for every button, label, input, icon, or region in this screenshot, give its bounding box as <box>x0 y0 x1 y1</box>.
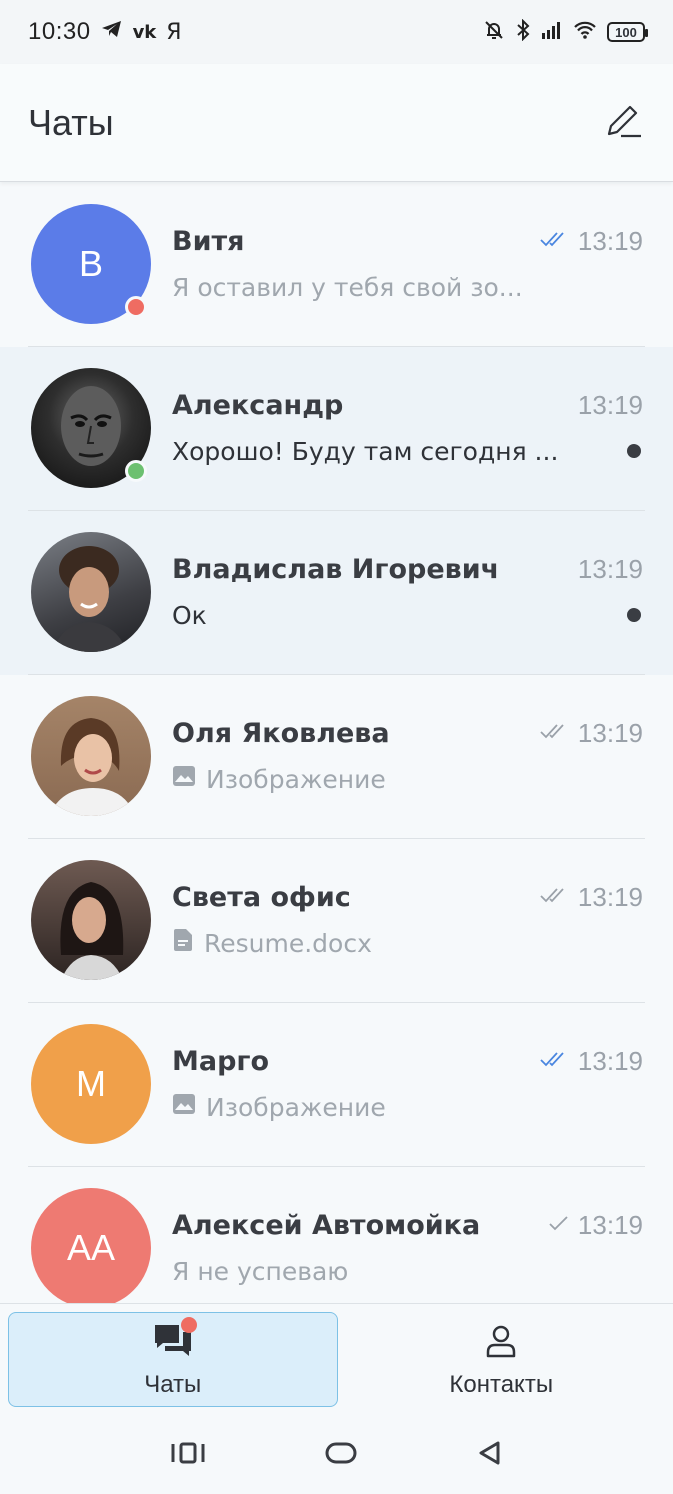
tab-chats[interactable]: Чаты <box>8 1312 338 1407</box>
status-dot <box>125 296 147 318</box>
chat-body: Марго 13:19 Изображение <box>172 1043 643 1127</box>
chat-name: Витя <box>172 225 245 257</box>
image-icon <box>172 1092 196 1122</box>
home-icon[interactable] <box>325 1440 357 1470</box>
chat-preview: Ок <box>172 600 207 630</box>
pencil-icon <box>603 101 643 145</box>
tab-label: Чаты <box>144 1370 202 1398</box>
chat-body: Света офис 13:19 Resume.docx <box>172 879 643 963</box>
chat-body: Витя 13:19 Я оставил у тебя свой зо... <box>172 223 643 307</box>
avatar <box>31 696 151 816</box>
double-check-icon <box>540 1050 570 1072</box>
yandex-icon: Я <box>166 19 182 45</box>
avatar-wrap <box>31 532 151 652</box>
avatar-photo <box>49 718 135 816</box>
avatar-photo <box>53 546 127 652</box>
chat-item-sveta[interactable]: Света офис 13:19 Resume.docx <box>0 839 673 1003</box>
avatar <box>31 860 151 980</box>
chat-time: 13:19 <box>577 553 643 584</box>
chat-list: В Витя 13:19 Я оставил у тебя свой зо... <box>0 183 673 1303</box>
chat-preview: Хорошо! Буду там сегодня ... <box>172 436 559 466</box>
status-dot <box>125 460 147 482</box>
battery-indicator: 100 <box>607 22 648 42</box>
chat-item-vitya[interactable]: В Витя 13:19 Я оставил у тебя свой зо... <box>0 183 673 347</box>
avatar-wrap: В <box>31 204 151 324</box>
chat-bubbles-icon <box>151 1316 197 1361</box>
unread-dot <box>627 444 641 458</box>
chat-name: Владислав Игоревич <box>172 553 500 585</box>
person-icon <box>479 1321 523 1361</box>
bottom-nav: Чаты Контакты <box>0 1303 673 1415</box>
chat-time: 13:19 <box>577 881 643 912</box>
chat-item-aleksey[interactable]: АА Алексей Автомойка 13:19 Я не успеваю <box>0 1167 673 1303</box>
avatar-initials: М <box>76 1063 106 1104</box>
avatar-wrap <box>31 368 151 488</box>
avatar-wrap <box>31 860 151 980</box>
chat-preview: Изображение <box>206 764 386 794</box>
vk-icon: vk <box>132 21 157 43</box>
avatar: М <box>31 1024 151 1144</box>
back-icon[interactable] <box>477 1440 503 1470</box>
avatar-initials: В <box>78 243 103 284</box>
chat-name: Марго <box>172 1045 270 1077</box>
chat-time: 13:19 <box>577 1209 643 1240</box>
system-nav <box>0 1415 673 1494</box>
recents-icon[interactable] <box>170 1440 206 1470</box>
chat-body: Оля Яковлева 13:19 Изображение <box>172 715 643 799</box>
chat-body: Владислав Игоревич 13:19 Ок <box>172 551 643 635</box>
chat-name: Оля Яковлева <box>172 717 390 749</box>
chat-time: 13:19 <box>577 717 643 748</box>
avatar: АА <box>31 1188 151 1303</box>
unread-dot <box>627 608 641 622</box>
chat-time: 13:19 <box>577 389 643 420</box>
status-time: 10:30 <box>28 18 91 45</box>
chat-preview: Я не успеваю <box>172 1256 349 1286</box>
single-check-icon <box>548 1214 570 1236</box>
chat-preview-wrap: Изображение <box>172 1092 386 1122</box>
telegram-icon <box>101 19 123 45</box>
avatar-photo <box>60 882 124 980</box>
chat-name: Света офис <box>172 881 351 913</box>
double-check-icon <box>540 886 570 908</box>
double-check-icon <box>540 722 570 744</box>
status-left: 10:30 vk Я <box>28 18 182 46</box>
avatar <box>31 532 151 652</box>
tab-contacts[interactable]: Контакты <box>338 1312 666 1407</box>
wifi-icon <box>573 20 597 44</box>
signal-icon <box>541 20 563 44</box>
bluetooth-icon <box>515 18 531 45</box>
chat-preview: Resume.docx <box>204 928 372 958</box>
avatar-wrap: М <box>31 1024 151 1144</box>
status-bar: 10:30 vk Я 100 <box>0 0 673 64</box>
chat-item-aleksandr[interactable]: Александр 13:19 Хорошо! Буду там сегодня… <box>0 347 673 511</box>
chat-name: Алексей Автомойка <box>172 1209 481 1241</box>
chat-preview: Я оставил у тебя свой зо... <box>172 272 523 302</box>
double-check-icon <box>540 230 570 252</box>
tab-label: Контакты <box>449 1370 554 1398</box>
chat-time: 13:19 <box>577 1045 643 1076</box>
status-right: 100 <box>483 18 648 45</box>
chat-preview-wrap: Resume.docx <box>172 928 372 958</box>
compose-button[interactable] <box>601 101 645 145</box>
chat-body: Алексей Автомойка 13:19 Я не успеваю <box>172 1207 643 1291</box>
chat-name: Александр <box>172 389 344 421</box>
document-icon <box>172 928 194 958</box>
app-header: Чаты <box>0 64 673 182</box>
chat-preview: Изображение <box>206 1092 386 1122</box>
avatar-wrap: АА <box>31 1188 151 1303</box>
avatar-wrap <box>31 696 151 816</box>
chat-body: Александр 13:19 Хорошо! Буду там сегодня… <box>172 387 643 471</box>
notification-badge <box>180 1316 197 1333</box>
page-title: Чаты <box>28 101 114 143</box>
chat-time: 13:19 <box>577 225 643 256</box>
avatar-initials: АА <box>66 1227 116 1268</box>
chat-preview-wrap: Изображение <box>172 764 386 794</box>
chat-item-olya[interactable]: Оля Яковлева 13:19 Изображение <box>0 675 673 839</box>
chat-item-margo[interactable]: М Марго 13:19 Изображение <box>0 1003 673 1167</box>
chat-item-vladislav[interactable]: Владислав Игоревич 13:19 Ок <box>0 511 673 675</box>
do-not-disturb-icon <box>483 19 505 45</box>
image-icon <box>172 764 196 794</box>
